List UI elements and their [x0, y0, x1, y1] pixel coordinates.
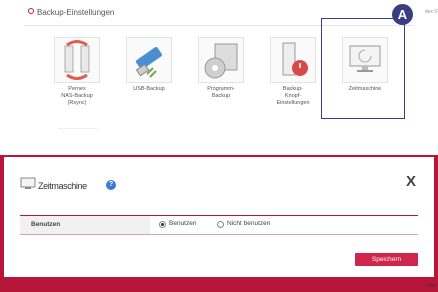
rsync-icon: [54, 37, 100, 83]
radio-use-label[interactable]: Benutzen: [169, 220, 196, 227]
backup-settings-panel: Backup-Einstellungen dex © Pernes NAS-Bac…: [0, 0, 438, 155]
highlight-frame: [321, 18, 405, 119]
dialog-title: Zeitmaschine: [38, 181, 87, 191]
tile-rsync-backup[interactable]: Pernes NAS-Backup (Rsync): [45, 37, 109, 107]
divider: [58, 128, 98, 129]
annotation-badge: A: [392, 4, 413, 25]
radio-use[interactable]: [159, 221, 166, 228]
dialog-frame: Zeitmaschine ? X Benutzen Benutzen Nicht…: [0, 155, 438, 292]
use-setting-row: Benutzen Benutzen Nicht benutzen: [20, 215, 418, 235]
top-right-link[interactable]: dex ©: [425, 9, 438, 15]
row-label: Benutzen: [20, 216, 150, 234]
tile-program-backup[interactable]: Programm- Backup: [189, 37, 253, 100]
usb-stick-icon: [126, 37, 172, 83]
save-button[interactable]: Speichern: [355, 253, 418, 266]
monitor-icon: [20, 177, 36, 189]
device-power-icon: [270, 37, 316, 83]
close-link[interactable]: clos: [427, 283, 436, 289]
radio-dont-use[interactable]: [217, 221, 224, 228]
help-icon[interactable]: ?: [106, 180, 116, 190]
bullet-icon: [28, 8, 34, 14]
close-button[interactable]: X: [406, 173, 416, 190]
section-title: Backup-Einstellungen: [28, 8, 114, 17]
program-disc-icon: [198, 37, 244, 83]
tile-backup-button-settings[interactable]: Backup- Knopf- Einstellungen: [261, 37, 325, 107]
tile-usb-backup[interactable]: USB-Backup: [117, 37, 181, 93]
time-machine-dialog: Zeitmaschine ? X Benutzen Benutzen Nicht…: [4, 157, 434, 277]
radio-dont-use-label[interactable]: Nicht benutzen: [227, 220, 270, 227]
